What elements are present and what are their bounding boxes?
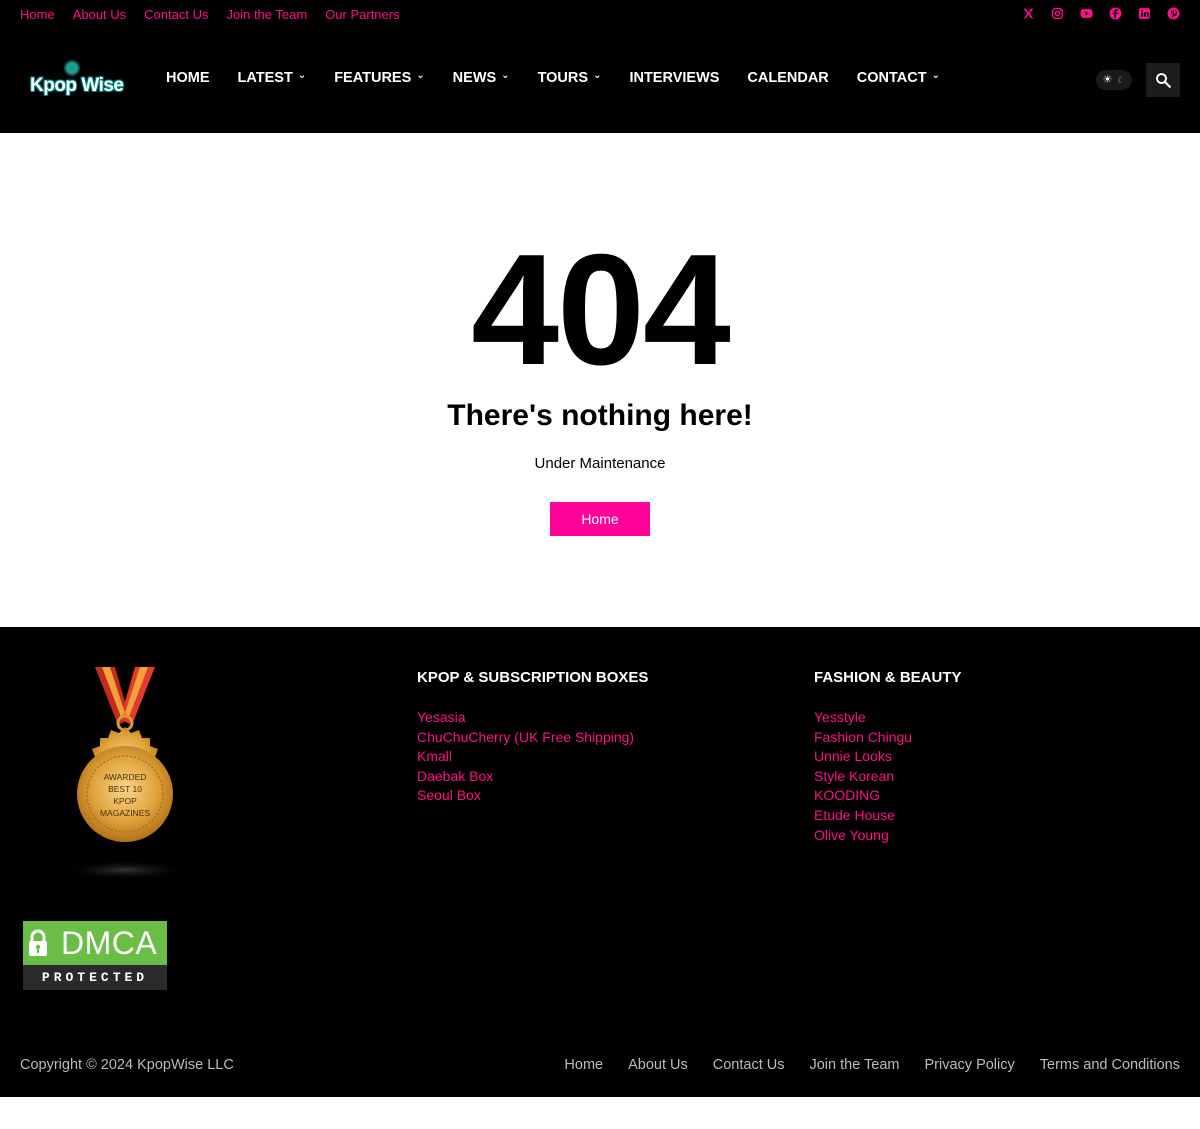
footer-link[interactable]: Yesasia (417, 708, 648, 728)
footer-link[interactable]: Kmall (417, 747, 648, 767)
footer-nav-terms[interactable]: Terms and Conditions (1040, 1057, 1180, 1073)
footer-col-title: FASHION & BEAUTY (814, 669, 962, 686)
logo-mascot (64, 60, 80, 76)
footer-link[interactable]: Daebak Box (417, 767, 648, 787)
nav-latest-label: LATEST (237, 70, 293, 86)
linkedin-icon[interactable] (1138, 7, 1151, 20)
footer-link[interactable]: ChuChuCherry (UK Free Shipping) (417, 728, 648, 748)
badge-line-4: MAGAZINES (100, 808, 150, 818)
footer-nav-privacy[interactable]: Privacy Policy (925, 1057, 1015, 1073)
pinterest-icon[interactable] (1167, 7, 1180, 20)
footer-nav-about[interactable]: About Us (628, 1057, 688, 1073)
dmca-badge[interactable]: DMCA PROTECTED (23, 921, 167, 990)
footer-link[interactable]: Fashion Chingu (814, 728, 962, 748)
nav-news-label: NEWS (452, 70, 497, 86)
footer-col-title: KPOP & SUBSCRIPTION BOXES (417, 669, 649, 686)
footer-nav-home[interactable]: Home (564, 1057, 603, 1073)
nav-calendar[interactable]: CALENDAR (747, 70, 828, 86)
social-links (1022, 7, 1180, 20)
footer-bottom-nav: Home About Us Contact Us Join the Team P… (564, 1057, 1180, 1073)
chevron-down-icon: ⌄ (593, 69, 602, 81)
nav-calendar-label: CALENDAR (747, 70, 829, 86)
copyright-text: Copyright © 2024 KpopWise LLC (20, 1057, 234, 1073)
site-logo[interactable]: Kpop Wise (28, 60, 130, 104)
topnav-about-link[interactable]: About Us (73, 7, 126, 22)
footer-link[interactable]: Olive Young (814, 826, 962, 846)
footer-link-list: Yesasia ChuChuCherry (UK Free Shipping) … (417, 708, 648, 806)
chevron-down-icon: ⌄ (416, 69, 425, 81)
award-medal-badge: AWARDED BEST 10 KPOP MAGAZINES (58, 667, 192, 882)
main-nav: HOME LATEST ⌄ FEATURES ⌄ NEWS ⌄ TOURS ⌄ INTE… (166, 69, 968, 87)
nav-contact-label: CONTACT (856, 70, 927, 86)
home-button[interactable]: Home (550, 502, 650, 536)
nav-features[interactable]: FEATURES ⌄ (334, 69, 425, 87)
error-page: 404 There's nothing here! Under Maintena… (0, 133, 1200, 627)
footer-col-kpop-boxes: KPOP & SUBSCRIPTION BOXES Yesasia ChuChu… (417, 669, 648, 806)
moon-icon: ☾ (1117, 74, 1126, 85)
footer-link[interactable]: KOODING (814, 786, 962, 806)
error-message: Under Maintenance (534, 455, 666, 472)
chevron-down-icon: ⌄ (501, 69, 510, 81)
footer-nav-join[interactable]: Join the Team (809, 1057, 899, 1073)
badge-line-1: AWARDED (104, 772, 147, 782)
logo-text: Kpop Wise (30, 75, 124, 96)
badge-line-3: KPOP (113, 796, 137, 806)
search-icon (1156, 73, 1171, 88)
site-header: Kpop Wise HOME LATEST ⌄ FEATURES ⌄ NEWS ⌄ T… (0, 30, 1200, 133)
error-code: 404 (471, 222, 731, 398)
footer-link-list: Yesstyle Fashion Chingu Unnie Looks Styl… (814, 708, 962, 845)
youtube-icon[interactable] (1080, 7, 1093, 20)
topnav-contact-link[interactable]: Contact Us (144, 7, 208, 22)
nav-home-label: HOME (166, 70, 210, 86)
dmca-protected-label: PROTECTED (41, 970, 149, 985)
footer-link[interactable]: Style Korean (814, 767, 962, 787)
instagram-icon[interactable] (1051, 7, 1064, 20)
dmca-word: DMCA (61, 924, 158, 961)
nav-latest[interactable]: LATEST ⌄ (237, 69, 307, 87)
top-nav: Home About Us Contact Us Join the Team O… (20, 7, 400, 22)
topnav-join-link[interactable]: Join the Team (226, 7, 307, 22)
theme-toggle[interactable]: ☀ ☾ (1096, 70, 1132, 90)
nav-interviews[interactable]: INTERVIEWS (629, 70, 719, 86)
chevron-down-icon: ⌄ (297, 69, 307, 81)
nav-news[interactable]: NEWS ⌄ (452, 69, 510, 87)
footer-link[interactable]: Etude House (814, 806, 962, 826)
footer-link[interactable]: Unnie Looks (814, 747, 962, 767)
footer-col-fashion-beauty: FASHION & BEAUTY Yesstyle Fashion Chingu… (814, 669, 962, 845)
dmca-badge-top: DMCA (23, 921, 167, 965)
lock-icon (23, 921, 53, 965)
nav-tours[interactable]: TOURS ⌄ (537, 69, 602, 87)
nav-features-label: FEATURES (334, 70, 412, 86)
chevron-down-icon: ⌄ (931, 69, 940, 81)
footer-nav-contact[interactable]: Contact Us (713, 1057, 785, 1073)
topnav-partners-link[interactable]: Our Partners (325, 7, 399, 22)
search-button[interactable] (1146, 63, 1180, 97)
nav-interviews-label: INTERVIEWS (629, 70, 720, 86)
footer-link[interactable]: Seoul Box (417, 786, 648, 806)
nav-home[interactable]: HOME (166, 70, 210, 86)
nav-contact[interactable]: CONTACT ⌄ (856, 69, 940, 87)
error-headline: There's nothing here! (447, 399, 753, 432)
sun-icon: ☀ (1102, 73, 1113, 86)
footer-link[interactable]: Yesstyle (814, 708, 962, 728)
top-utility-bar: Home About Us Contact Us Join the Team O… (0, 0, 1200, 30)
facebook-icon[interactable] (1109, 7, 1122, 20)
site-footer: AWARDED BEST 10 KPOP MAGAZINES DMCA PROT… (0, 627, 1200, 1097)
page-bottom-margin (0, 1097, 1200, 1129)
x-icon[interactable] (1022, 7, 1035, 20)
topnav-home-link[interactable]: Home (20, 7, 55, 22)
badge-line-2: BEST 10 (108, 784, 142, 794)
nav-tours-label: TOURS (537, 70, 589, 86)
